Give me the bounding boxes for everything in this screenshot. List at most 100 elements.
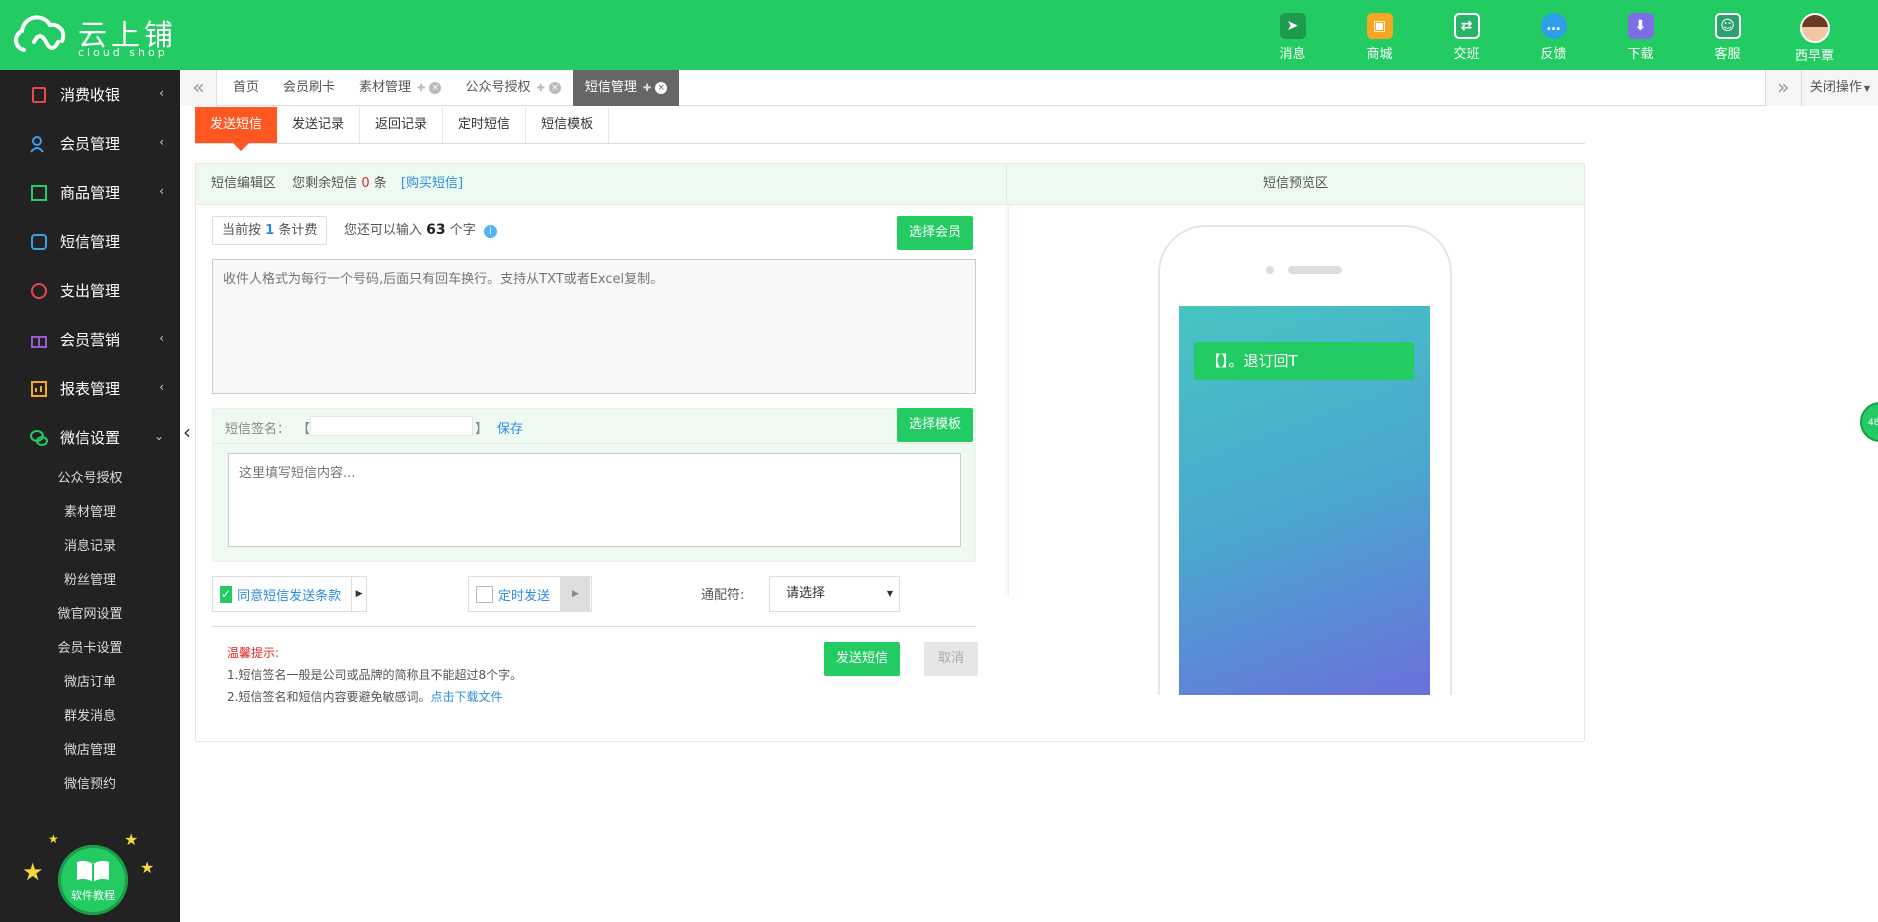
gift-icon [30, 331, 48, 349]
topnav-shift[interactable]: ⇄ 交班 [1423, 0, 1510, 70]
topnav-label: 交班 [1453, 47, 1480, 62]
sidebar-item-marketing[interactable]: 会员营销 ‹ [0, 315, 180, 364]
signature-area: 短信签名： 【 】 保存 选择模板 [212, 408, 976, 562]
wildcard-select[interactable]: 请选择 [769, 576, 900, 612]
sidebar-subitem[interactable]: 群发消息 [0, 700, 180, 734]
sidebar-subitem[interactable]: 素材管理 [0, 496, 180, 530]
topnav-download[interactable]: ⬇ 下载 [1597, 0, 1684, 70]
caret-right-icon[interactable]: ▶ [560, 577, 591, 611]
bracket-right: 】 [475, 422, 489, 437]
sidebar-item-sms[interactable]: 短信管理 [0, 217, 180, 266]
software-tutorial-button[interactable]: 软件教程 [58, 845, 128, 915]
tab-home[interactable]: 首页 [221, 70, 271, 106]
sidebar-item-label: 报表管理 [60, 380, 121, 398]
agree-checkbox[interactable]: ✓ [220, 585, 233, 603]
collapse-sidebar-icon[interactable]: ‹ [183, 420, 191, 444]
download-file-link[interactable]: 点击下载文件 [430, 690, 502, 704]
save-signature-link[interactable]: 保存 [497, 418, 523, 437]
tab-scroll-left-icon[interactable]: « [181, 70, 217, 106]
close-icon[interactable]: × [655, 81, 668, 94]
input-count: 63 [426, 222, 446, 238]
timed-send-checkbox[interactable] [476, 585, 493, 603]
tab-bar: « 首页 会员刷卡 素材管理 ✚ × 公众号授权 ✚ × 短信管理 ✚ × » 关闭操作 ▼ [181, 70, 1878, 106]
remain-count: 0 [361, 176, 370, 191]
topnav-mall[interactable]: ▣ 商城 [1336, 0, 1423, 70]
select-template-button[interactable]: 选择模板 [897, 408, 974, 442]
sidebar-subitem[interactable]: 消息记录 [0, 530, 180, 564]
tab-material[interactable]: 素材管理 ✚ × [347, 70, 453, 106]
user-avatar-icon [1799, 13, 1830, 43]
billing-info: 当前按 1 条计费 [212, 216, 328, 245]
app-logo[interactable]: 云上铺 cloud shop [10, 12, 173, 59]
member-icon [30, 135, 48, 153]
sidebar: 消费收银 ‹ 会员管理 ‹ 商品管理 ‹ 短信管理 支出管理 会员营销 ‹ 报表… [0, 70, 180, 922]
editor-header: 短信编辑区 您剩余短信 0 条 [购买短信] [211, 164, 463, 204]
subtab-send-sms[interactable]: 发送短信 [195, 107, 278, 151]
pin-icon[interactable]: ✚ [536, 83, 544, 94]
select-member-button[interactable]: 选择会员 [897, 216, 974, 250]
sidebar-subitem[interactable]: 微信预约 [0, 768, 180, 802]
sidebar-subitem[interactable]: 公众号授权 [0, 462, 180, 496]
info-icon[interactable]: i [483, 225, 497, 238]
tab-label: 会员刷卡 [283, 80, 336, 95]
shop-bag-icon: ▣ [1366, 13, 1393, 39]
divider [212, 626, 976, 627]
sidebar-item-members[interactable]: 会员管理 ‹ [0, 119, 180, 168]
topnav-support[interactable]: ☺ 客服 [1684, 0, 1771, 70]
sidebar-item-expense[interactable]: 支出管理 [0, 266, 180, 315]
subtab-scheduled-sms[interactable]: 定时短信 [443, 107, 527, 143]
chevron-left-icon: ‹ [159, 380, 164, 394]
close-icon[interactable]: × [548, 81, 561, 94]
tab-label: 公众号授权 [465, 80, 531, 95]
sidebar-item-reports[interactable]: 报表管理 ‹ [0, 364, 180, 413]
tab-sms-management[interactable]: 短信管理 ✚ × [572, 70, 680, 106]
send-sms-button[interactable]: 发送短信 [824, 642, 901, 676]
topnav-messages[interactable]: ➤ 消息 [1249, 0, 1336, 70]
panel-header: 短信编辑区 您剩余短信 0 条 [购买短信] 短信预览区 [196, 164, 1584, 205]
sidebar-subitem[interactable]: 会员卡设置 [0, 632, 180, 666]
page-tabs: 首页 会员刷卡 素材管理 ✚ × 公众号授权 ✚ × 短信管理 ✚ × [221, 70, 680, 106]
close-operations-dropdown[interactable]: 关闭操作 ▼ [1800, 70, 1878, 106]
topnav-feedback[interactable]: … 反馈 [1510, 0, 1597, 70]
sidebar-subitem[interactable]: 微店管理 [0, 734, 180, 768]
agree-label: 同意短信发送条款 [237, 588, 342, 604]
topnav-label: 反馈 [1540, 47, 1567, 62]
wildcard-label: 通配符: [701, 588, 745, 603]
tab-member-card[interactable]: 会员刷卡 [271, 70, 347, 106]
tab-scroll-right-icon[interactable]: » [1764, 70, 1801, 106]
cancel-button[interactable]: 取消 [924, 642, 979, 676]
sidebar-item-cashier[interactable]: 消费收银 ‹ [0, 70, 180, 119]
bracket-left: 【 [297, 422, 311, 437]
subtab-send-records[interactable]: 发送记录 [277, 107, 361, 143]
sidebar-subitem[interactable]: 微官网设置 [0, 598, 180, 632]
pin-icon[interactable]: ✚ [417, 83, 425, 94]
recipients-input[interactable] [212, 259, 976, 394]
caret-down-icon: ▼ [1863, 84, 1870, 93]
logo-subtitle: cloud shop [78, 46, 168, 59]
subtab-reply-records[interactable]: 返回记录 [360, 107, 444, 143]
support-agent-icon: ☺ [1714, 13, 1741, 39]
sidebar-subitem[interactable]: 微店订单 [0, 666, 180, 700]
chevron-down-icon: ⌄ [153, 429, 164, 443]
topnav-user[interactable]: 西早覃 [1771, 0, 1858, 70]
divider [213, 443, 975, 444]
sidebar-item-goods[interactable]: 商品管理 ‹ [0, 168, 180, 217]
close-icon[interactable]: × [429, 81, 442, 94]
buy-sms-link[interactable]: [购买短信] [401, 176, 463, 191]
timed-send-option[interactable]: 定时发送 ▶ [468, 576, 592, 612]
subtab-sms-templates[interactable]: 短信模板 [526, 107, 610, 143]
tab-official-account[interactable]: 公众号授权 ✚ × [453, 70, 572, 106]
sidebar-subitem[interactable]: 粉丝管理 [0, 564, 180, 598]
caret-right-icon[interactable]: ▶ [351, 577, 366, 611]
remain-unit: 条 [373, 176, 387, 191]
signature-input[interactable] [310, 416, 473, 436]
cashier-icon [30, 86, 48, 104]
sms-preview-bubble: 【】。退订回T [1194, 342, 1414, 380]
input-prefix: 您还可以输入 [344, 223, 423, 238]
floating-badge-button[interactable]: 48 [1860, 402, 1878, 442]
sidebar-item-label: 支出管理 [60, 282, 121, 300]
sidebar-item-wechat[interactable]: 微信设置 ⌄ [0, 413, 180, 462]
sms-content-input[interactable] [228, 453, 961, 547]
agree-terms-option[interactable]: ✓ 同意短信发送条款 ▶ [212, 576, 367, 612]
pin-icon[interactable]: ✚ [643, 83, 651, 94]
